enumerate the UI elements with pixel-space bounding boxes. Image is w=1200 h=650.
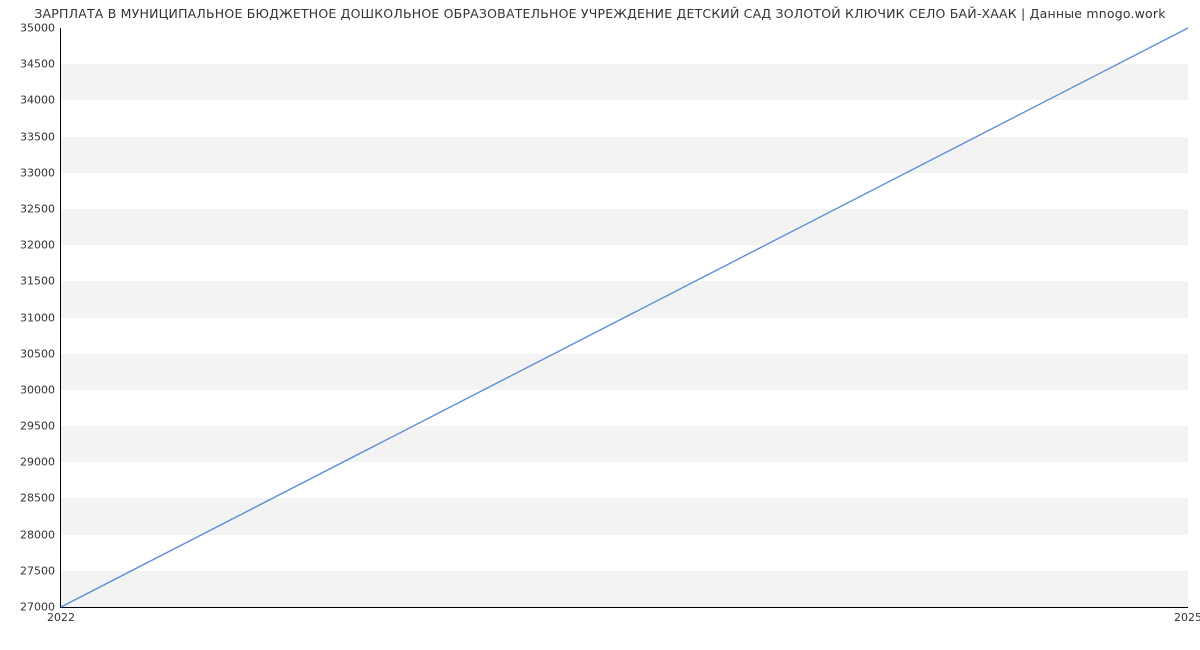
y-tick-label: 33500 [20, 130, 61, 143]
y-tick-label: 30000 [20, 383, 61, 396]
y-tick-label: 29000 [20, 456, 61, 469]
y-tick-label: 33000 [20, 166, 61, 179]
y-tick-label: 31000 [20, 311, 61, 324]
chart-title: ЗАРПЛАТА В МУНИЦИПАЛЬНОЕ БЮДЖЕТНОЕ ДОШКО… [0, 0, 1200, 21]
y-tick-label: 29500 [20, 420, 61, 433]
y-tick-label: 32000 [20, 239, 61, 252]
line-series [61, 28, 1188, 607]
y-tick-label: 34000 [20, 94, 61, 107]
y-tick-label: 27500 [20, 564, 61, 577]
y-tick-label: 34500 [20, 58, 61, 71]
y-tick-label: 31500 [20, 275, 61, 288]
y-tick-label: 32500 [20, 202, 61, 215]
y-tick-label: 28500 [20, 492, 61, 505]
x-tick-label: 2025 [1174, 607, 1200, 624]
y-tick-label: 30500 [20, 347, 61, 360]
plot-area: 2700027500280002850029000295003000030500… [60, 28, 1188, 608]
x-tick-label: 2022 [47, 607, 75, 624]
y-tick-label: 35000 [20, 22, 61, 35]
data-line [61, 28, 1188, 607]
y-tick-label: 28000 [20, 528, 61, 541]
plot-container: 2700027500280002850029000295003000030500… [60, 28, 1188, 608]
